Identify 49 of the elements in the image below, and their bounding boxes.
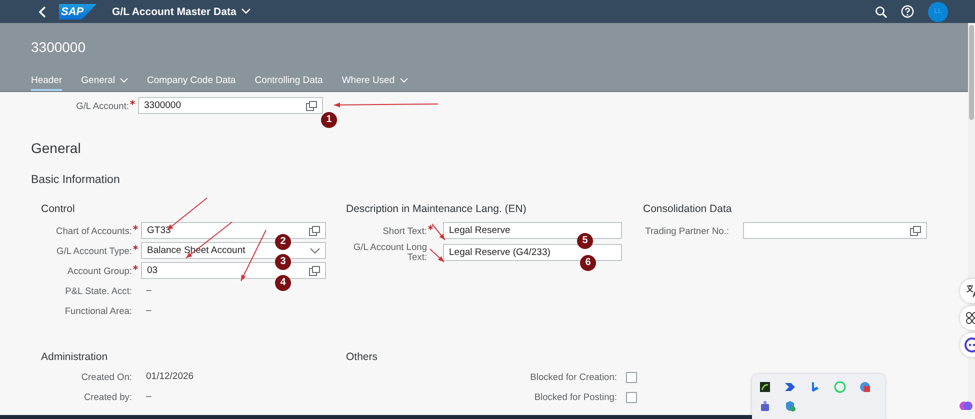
number-badge: 6 — [580, 255, 596, 271]
field-label: G/L Account: — [75, 100, 130, 110]
group-title: Consolidation Data — [643, 203, 733, 215]
value-help-icon[interactable] — [910, 226, 921, 236]
help-icon[interactable] — [901, 5, 914, 18]
number-badge: 4 — [275, 275, 291, 291]
field-label: Functional Area: — [64, 306, 133, 316]
search-icon[interactable] — [875, 6, 887, 18]
field-label: Blocked for Posting: — [534, 392, 618, 402]
field-value: – — [146, 304, 152, 318]
checkbox[interactable] — [626, 372, 637, 382]
shield-icon — [784, 400, 796, 412]
chevron-down-icon — [241, 8, 252, 15]
checkbox[interactable] — [626, 392, 637, 402]
field-value: – — [146, 284, 152, 298]
annotation-arrow — [429, 221, 448, 243]
app-title-menu[interactable]: G/L Account Master Data — [112, 6, 252, 18]
chevron-down-icon — [310, 248, 320, 254]
field-value: – — [146, 390, 152, 404]
brain-icon[interactable] — [959, 400, 973, 410]
value-help-icon[interactable] — [306, 100, 317, 110]
field-label: G/L Account Type: — [56, 246, 133, 256]
field-label: Account Group: — [66, 266, 133, 276]
group-title: Control — [41, 203, 76, 215]
chevron-icon — [784, 381, 796, 393]
field-label: Created by: — [82, 392, 133, 402]
value-help-icon[interactable] — [309, 266, 320, 276]
field-label: G/L Account Long Text: — [352, 242, 428, 262]
object-title: 3300000 — [31, 39, 87, 57]
input-field[interactable]: 3300000 — [138, 97, 323, 114]
group-title: Description in Maintenance Lang. (EN) — [346, 203, 528, 215]
subsection-title: Basic Information — [31, 174, 121, 186]
value-help-icon[interactable] — [309, 226, 320, 236]
section-title: General — [31, 140, 82, 156]
field-label: P&L State. Acct: — [64, 286, 133, 296]
people-icon — [759, 400, 771, 412]
annotation-arrow — [427, 246, 447, 265]
back-icon[interactable] — [38, 6, 48, 18]
field-label: Blocked for Creation: — [530, 372, 618, 382]
group-title: Others — [346, 351, 379, 363]
field-label: Created On: — [80, 372, 133, 382]
sap-logo[interactable]: SAP — [59, 4, 97, 20]
field-label: Chart of Accounts: — [55, 226, 133, 236]
field-value: 01/12/2026 — [146, 370, 195, 384]
group-title: Administration — [41, 351, 109, 363]
input-field[interactable] — [743, 222, 927, 239]
field-label: Short Text: — [382, 226, 428, 236]
number-badge: 1 — [321, 112, 337, 128]
field-label: Trading Partner No.: — [644, 226, 730, 236]
